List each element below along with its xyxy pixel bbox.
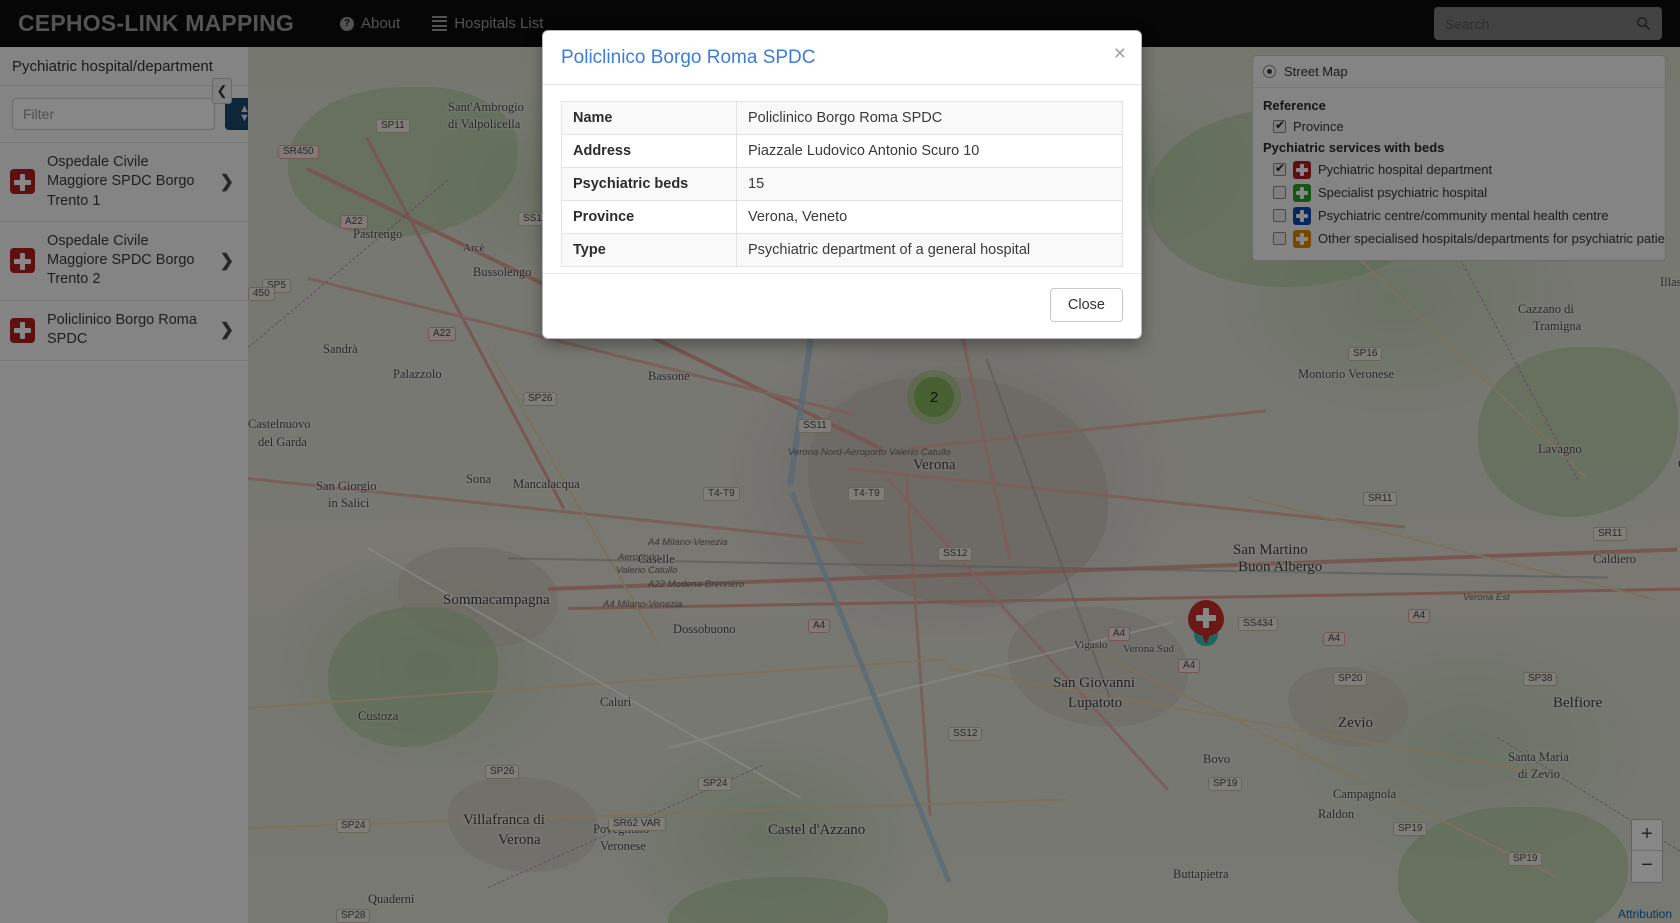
detail-value: Verona, Veneto xyxy=(737,201,1123,234)
close-button[interactable]: Close xyxy=(1050,288,1123,322)
detail-key: Address xyxy=(562,135,737,168)
table-row: TypePsychiatric department of a general … xyxy=(562,234,1123,267)
detail-key: Province xyxy=(562,201,737,234)
hospital-detail-table: NamePoliclinico Borgo Roma SPDCAddressPi… xyxy=(561,101,1123,267)
hospital-detail-modal: Policlinico Borgo Roma SPDC × NamePolicl… xyxy=(542,30,1142,339)
modal-footer: Close xyxy=(543,273,1141,338)
detail-key: Type xyxy=(562,234,737,267)
detail-value: 15 xyxy=(737,168,1123,201)
table-row: Psychiatric beds15 xyxy=(562,168,1123,201)
modal-header: Policlinico Borgo Roma SPDC × xyxy=(543,31,1141,85)
detail-key: Name xyxy=(562,102,737,135)
app-root: Verona Nord-Aeroporto Valerio Catullo A4… xyxy=(0,0,1680,923)
table-row: AddressPiazzale Ludovico Antonio Scuro 1… xyxy=(562,135,1123,168)
close-icon[interactable]: × xyxy=(1114,43,1126,64)
detail-key: Psychiatric beds xyxy=(562,168,737,201)
table-row: ProvinceVerona, Veneto xyxy=(562,201,1123,234)
modal-body: NamePoliclinico Borgo Roma SPDCAddressPi… xyxy=(543,85,1141,273)
detail-value: Policlinico Borgo Roma SPDC xyxy=(737,102,1123,135)
table-row: NamePoliclinico Borgo Roma SPDC xyxy=(562,102,1123,135)
detail-value: Piazzale Ludovico Antonio Scuro 10 xyxy=(737,135,1123,168)
detail-value: Psychiatric department of a general hosp… xyxy=(737,234,1123,267)
modal-title: Policlinico Borgo Roma SPDC xyxy=(561,47,1123,69)
